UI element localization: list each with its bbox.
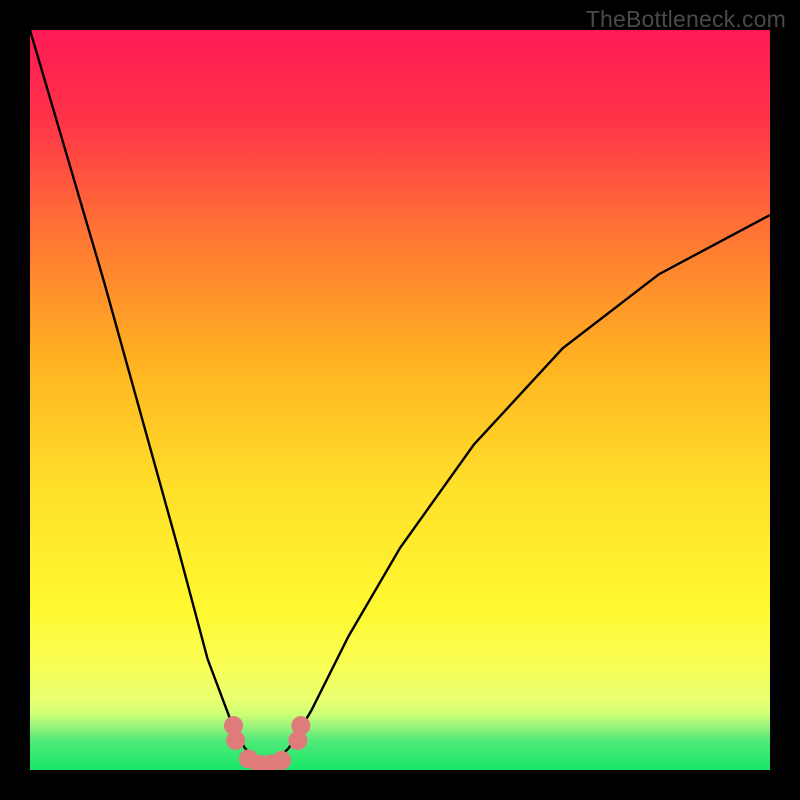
marker-dot [226, 731, 245, 750]
gradient-background [30, 30, 770, 770]
chart-frame [30, 30, 770, 770]
marker-dot [291, 716, 310, 735]
marker-dot [272, 751, 291, 770]
bottleneck-chart [30, 30, 770, 770]
watermark-text: TheBottleneck.com [586, 6, 786, 33]
